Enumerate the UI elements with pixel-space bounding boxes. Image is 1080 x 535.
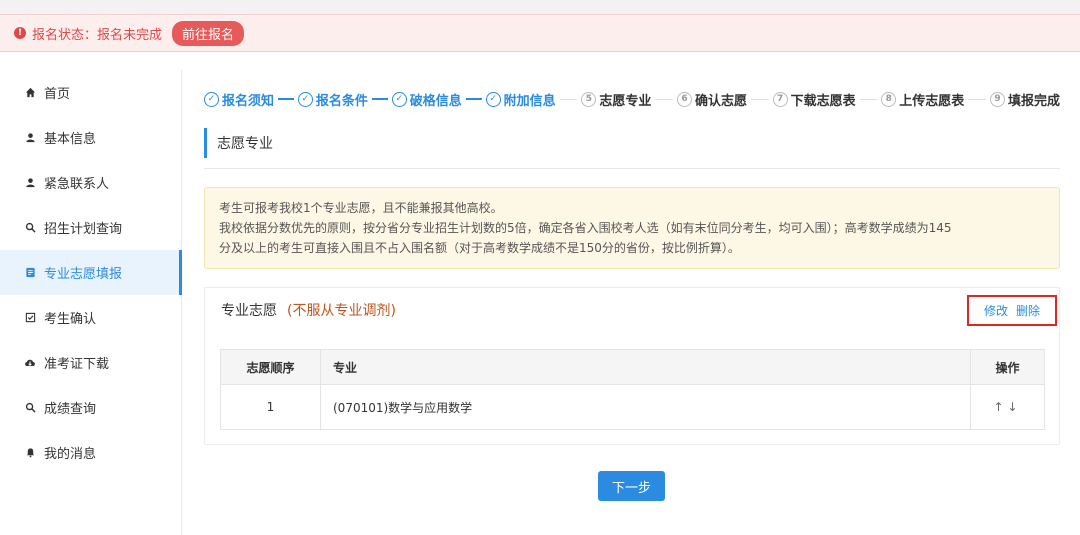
check-circle-icon: ✓	[485, 91, 501, 107]
progress-steps: ✓ 报名须知 ✓ 报名条件 ✓ 破格信息 ✓ 附加信息 5 志愿专业 6 确认志愿 7 下载志…	[204, 70, 1060, 128]
separator	[0, 52, 1080, 70]
sidebar-item-basic-info[interactable]: 基本信息	[0, 115, 181, 160]
cell-major: (070101)数学与应用数学	[320, 384, 971, 430]
notice-line: 考生可报考我校1个专业志愿，且不能兼报其他高校。	[219, 201, 503, 215]
sidebar: 首页 基本信息 紧急联系人 招生计划查询 专业志愿填报 考生确认 准考证下载 成…	[0, 70, 182, 535]
edit-link[interactable]: 修改	[984, 302, 1008, 319]
sidebar-item-label: 首页	[44, 87, 71, 102]
step-number-icon: 8	[881, 91, 897, 107]
panel-actions: 修改 删除	[967, 295, 1057, 326]
step-7: 7 下载志愿表	[772, 90, 856, 109]
notice-line: 分及以上的考生可直接入围且不占入围名额（对于高考数学成绩不是150分的省份，按比…	[219, 241, 740, 255]
sidebar-item-score-query[interactable]: 成绩查询	[0, 385, 181, 430]
major-table: 志愿顺序 专业 操作 1 (070101)数学与应用数学 ↑↓	[220, 349, 1045, 430]
registration-status-bar: ! 报名状态：报名未完成 前往报名	[0, 14, 1080, 52]
sidebar-item-label: 成绩查询	[44, 402, 97, 417]
sidebar-item-candidate-confirm[interactable]: 考生确认	[0, 295, 181, 340]
sidebar-item-admission-ticket[interactable]: 准考证下载	[0, 340, 181, 385]
header-ops: 操作	[970, 349, 1045, 385]
bell-icon	[24, 447, 36, 459]
sidebar-item-label: 准考证下载	[44, 357, 110, 372]
check-circle-icon: ✓	[297, 91, 313, 107]
step-connector	[278, 98, 294, 100]
sidebar-item-emergency-contact[interactable]: 紧急联系人	[0, 160, 181, 205]
step-9: 9 填报完成	[989, 90, 1060, 109]
sidebar-item-my-messages[interactable]: 我的消息	[0, 430, 181, 475]
step-2[interactable]: ✓ 报名条件	[297, 90, 368, 109]
step-5: 5 志愿专业	[581, 90, 651, 109]
sidebar-item-label: 专业志愿填报	[44, 267, 123, 282]
delete-link[interactable]: 删除	[1016, 302, 1040, 319]
step-connector	[559, 98, 578, 100]
cloud-download-icon	[24, 357, 36, 369]
check-circle-icon: ✓	[391, 91, 407, 107]
step-connector	[751, 98, 769, 100]
sidebar-item-label: 考生确认	[44, 312, 97, 327]
step-3[interactable]: ✓ 破格信息	[391, 90, 462, 109]
panel-header: 专业志愿 (不服从专业调剂)	[205, 288, 1059, 332]
step-number-icon: 7	[772, 91, 788, 107]
notice-box: 考生可报考我校1个专业志愿，且不能兼报其他高校。 我校依据分数优先的原则，按分省…	[204, 187, 1060, 269]
main-content: ✓ 报名须知 ✓ 报名条件 ✓ 破格信息 ✓ 附加信息 5 志愿专业 6 确认志愿 7 下载志…	[204, 70, 1060, 501]
sidebar-item-label: 紧急联系人	[44, 177, 110, 192]
check-circle-icon: ✓	[204, 91, 219, 107]
step-8: 8 上传志愿表	[881, 90, 964, 109]
step-number-icon: 6	[676, 91, 692, 107]
step-connector	[859, 98, 878, 100]
document-icon	[24, 267, 36, 279]
go-register-button[interactable]: 前往报名	[172, 20, 245, 46]
sort-arrows-icon[interactable]: ↑↓	[970, 384, 1045, 430]
cell-order: 1	[220, 384, 321, 430]
header-major: 专业	[320, 349, 971, 385]
step-connector	[465, 98, 482, 100]
step-connector	[655, 98, 673, 100]
header-order: 志愿顺序	[220, 349, 321, 385]
checkbox-icon	[24, 312, 36, 324]
sidebar-item-home[interactable]: 首页	[0, 70, 181, 115]
step-4[interactable]: ✓ 附加信息	[485, 90, 556, 109]
step-number-icon: 9	[989, 91, 1005, 107]
notice-line: 我校依据分数优先的原则，按分省分专业招生计划数的5倍，确定各省入围校考人选（如有…	[219, 221, 952, 235]
sidebar-item-enrollment-plan[interactable]: 招生计划查询	[0, 205, 181, 250]
home-icon	[24, 87, 36, 99]
sidebar-item-label: 基本信息	[44, 132, 97, 147]
top-strip	[0, 0, 1080, 14]
next-step-button[interactable]: 下一步	[598, 471, 665, 501]
sidebar-item-label: 我的消息	[44, 447, 97, 462]
section-title: 志愿专业	[204, 128, 1060, 158]
alert-icon: !	[14, 27, 26, 39]
sidebar-item-label: 招生计划查询	[44, 222, 123, 237]
step-connector	[968, 98, 986, 100]
user-icon	[24, 132, 36, 144]
table-row: 1 (070101)数学与应用数学 ↑↓	[220, 384, 1045, 430]
status-text: 报名状态：报名未完成	[32, 27, 163, 43]
major-choice-panel: 专业志愿 (不服从专业调剂) 修改 删除 志愿顺序 专业 操作 1 (07010…	[204, 287, 1060, 445]
divider	[204, 168, 1060, 169]
no-adjustment-note: (不服从专业调剂)	[287, 303, 396, 319]
panel-title: 专业志愿	[221, 303, 277, 319]
step-number-icon: 5	[581, 91, 597, 107]
search-icon	[24, 222, 36, 234]
user-icon	[24, 177, 36, 189]
step-connector	[371, 98, 388, 100]
step-6: 6 确认志愿	[676, 90, 747, 109]
sidebar-item-major-application[interactable]: 专业志愿填报	[0, 250, 182, 295]
step-1[interactable]: ✓ 报名须知	[204, 90, 274, 109]
search-icon	[24, 402, 36, 414]
